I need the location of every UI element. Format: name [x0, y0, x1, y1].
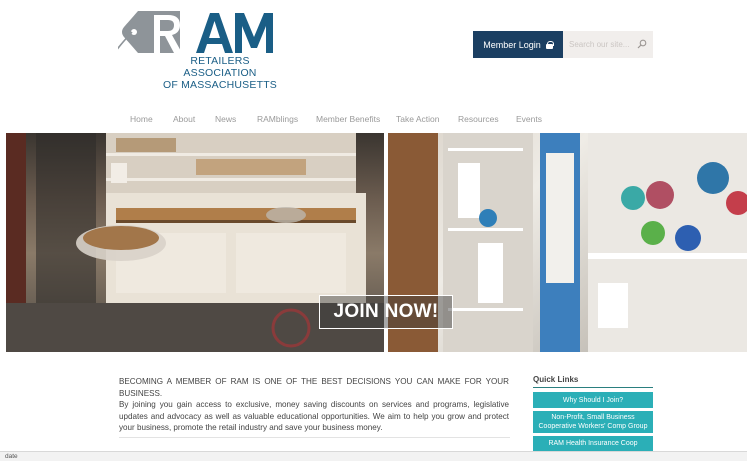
nav-item-events[interactable]: Events: [516, 114, 542, 124]
nav-item-home[interactable]: Home: [130, 114, 153, 124]
nav-item-take-action[interactable]: Take Action: [396, 114, 439, 124]
lock-icon: [545, 40, 554, 49]
search-icon[interactable]: [637, 39, 647, 49]
nav-item-resources[interactable]: Resources: [458, 114, 499, 124]
member-login-label: Member Login: [483, 39, 541, 50]
browser-status-bar: date: [0, 451, 747, 461]
logo-name-line2: OF MASSACHUSETTS: [162, 79, 278, 91]
logo-name-line1: RETAILERS ASSOCIATION: [183, 55, 257, 79]
hero-banner: JOIN NOW!: [6, 133, 747, 352]
member-login-button[interactable]: Member Login: [473, 31, 563, 58]
quick-link-workers-comp[interactable]: Non-Profit, Small Business Cooperative W…: [533, 411, 653, 433]
intro-body: By joining you gain access to exclusive,…: [119, 400, 509, 432]
search-input[interactable]: [569, 40, 633, 49]
content-divider: [119, 437, 510, 438]
intro-section: BECOMING A MEMBER OF RAM IS ONE OF THE B…: [119, 376, 509, 434]
nav-item-about[interactable]: About: [173, 114, 195, 124]
join-now-button[interactable]: JOIN NOW!: [319, 295, 453, 329]
quick-links-title: Quick Links: [533, 375, 579, 384]
ram-logo-mark: [118, 11, 273, 53]
intro-heading: BECOMING A MEMBER OF RAM IS ONE OF THE B…: [119, 377, 509, 398]
logo-subtitle: RETAILERS ASSOCIATION OF MASSACHUSETTS: [155, 55, 285, 91]
nav-item-ramblings[interactable]: RAMblings: [257, 114, 298, 124]
nav-item-member-benefits[interactable]: Member Benefits: [316, 114, 380, 124]
ram-logo[interactable]: RETAILERS ASSOCIATION OF MASSACHUSETTS: [118, 7, 278, 91]
quick-link-why-join[interactable]: Why Should I Join?: [533, 392, 653, 408]
quick-links-rule: [533, 387, 653, 388]
quick-link-health-insurance[interactable]: RAM Health Insurance Coop: [533, 436, 653, 451]
search-box[interactable]: [563, 31, 653, 58]
nav-item-news[interactable]: News: [215, 114, 236, 124]
